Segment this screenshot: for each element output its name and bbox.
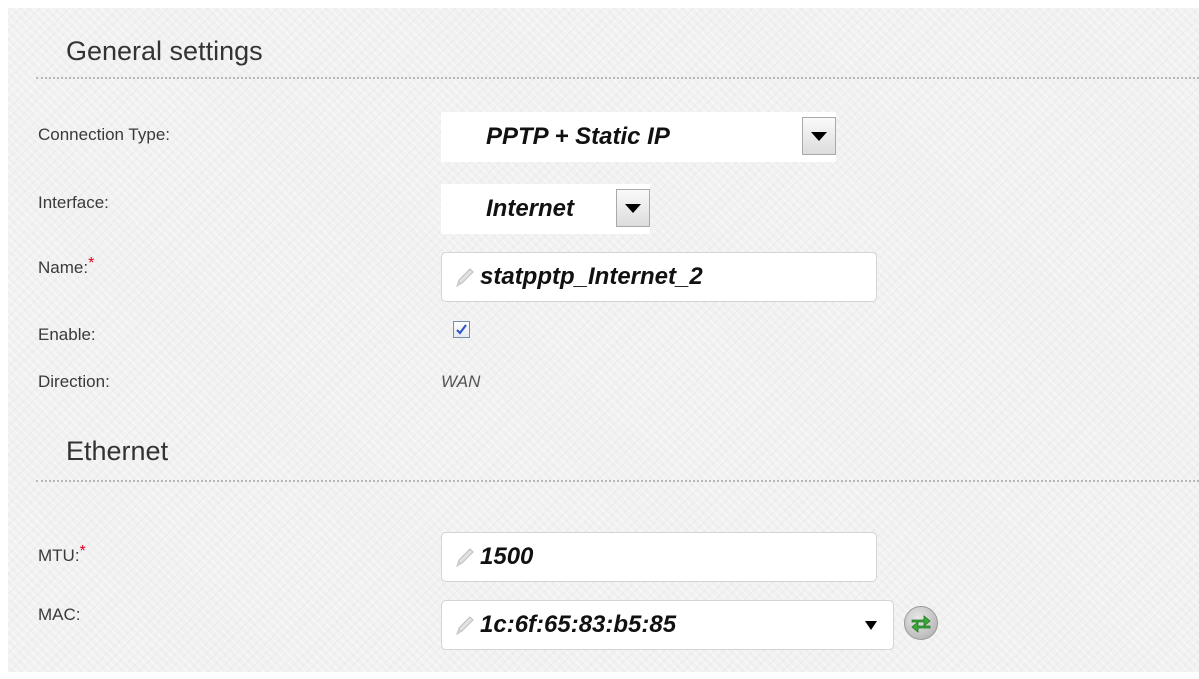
mtu-label: MTU:* <box>38 543 86 566</box>
enable-label: Enable: <box>38 325 96 344</box>
enable-checkbox[interactable] <box>453 321 470 338</box>
connection-type-value: PPTP + Static IP <box>486 123 670 150</box>
interface-dropdown-button[interactable] <box>616 189 650 227</box>
pencil-icon <box>452 613 476 637</box>
connection-type-select[interactable]: PPTP + Static IP <box>441 112 836 162</box>
mac-combobox[interactable]: 1c:6f:65:83:b5:85 <box>441 600 894 650</box>
interface-value: Internet <box>486 195 575 222</box>
mac-value: 1c:6f:65:83:b5:85 <box>480 611 677 638</box>
name-label: Name:* <box>38 255 95 278</box>
required-marker: * <box>88 255 95 272</box>
mac-refresh-button[interactable] <box>904 606 938 640</box>
general-settings-title: General settings <box>66 36 263 66</box>
check-icon <box>456 324 467 335</box>
chevron-down-icon <box>625 203 641 213</box>
connection-type-dropdown-button[interactable] <box>802 117 836 155</box>
ethernet-title: Ethernet <box>66 436 169 466</box>
connection-type-label: Connection Type: <box>38 125 170 144</box>
name-input[interactable]: statpptp_Internet_2 <box>441 252 877 302</box>
mac-label: MAC: <box>38 605 81 624</box>
direction-label: Direction: <box>38 372 110 391</box>
direction-value: WAN <box>441 372 481 391</box>
general-settings-divider <box>36 77 1199 79</box>
chevron-down-icon <box>811 131 827 141</box>
ethernet-divider <box>36 480 1199 482</box>
pencil-icon <box>452 265 476 289</box>
mtu-label-text: MTU: <box>38 546 80 565</box>
required-marker: * <box>79 543 86 560</box>
pencil-icon <box>452 545 476 569</box>
name-label-text: Name: <box>38 258 89 277</box>
mtu-input[interactable]: 1500 <box>441 532 877 582</box>
name-value: statpptp_Internet_2 <box>480 263 703 290</box>
refresh-icon <box>911 615 931 633</box>
mtu-value: 1500 <box>480 543 534 570</box>
chevron-down-icon[interactable] <box>865 621 877 630</box>
interface-select[interactable]: Internet <box>441 184 650 234</box>
interface-label: Interface: <box>38 193 109 212</box>
